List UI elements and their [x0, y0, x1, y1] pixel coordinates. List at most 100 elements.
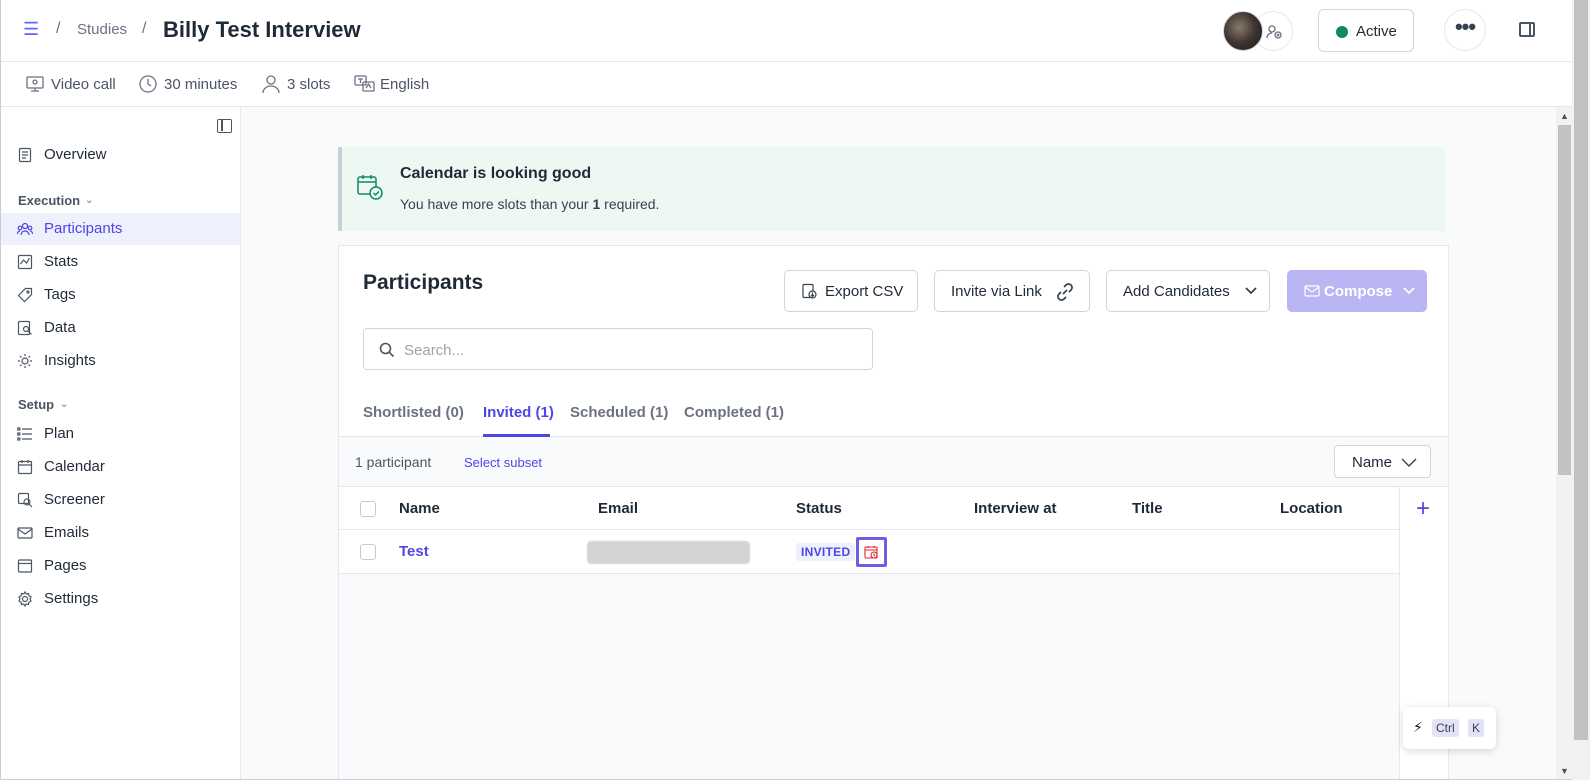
menu-icon[interactable]: ☰ [23, 20, 39, 38]
column-header-email[interactable]: Email [598, 500, 638, 517]
scrollbar-thumb[interactable] [1558, 125, 1571, 475]
chevron-down-icon [1245, 287, 1257, 295]
sidebar-item-participants[interactable]: Participants [1, 213, 240, 245]
section-label: Setup [18, 397, 55, 412]
video-call-icon [26, 76, 44, 92]
participant-name-link[interactable]: Test [399, 543, 429, 560]
avatar[interactable] [1223, 11, 1263, 51]
collapse-sidebar-icon[interactable] [217, 119, 232, 133]
sidebar-item-label: Overview [44, 146, 107, 163]
sidebar-item-overview[interactable]: Overview [1, 139, 240, 171]
tab-shortlisted[interactable]: Shortlisted (0) [363, 404, 464, 421]
shortcut-key: Ctrl [1432, 719, 1459, 737]
sort-dropdown[interactable]: Name [1334, 445, 1431, 478]
breadcrumb-separator: / [56, 20, 61, 37]
add-person-icon [1266, 25, 1282, 39]
list-toolbar: 1 participant Select subset Name [339, 437, 1448, 487]
sidebar-item-label: Stats [44, 253, 79, 270]
file-export-icon [802, 283, 817, 299]
column-header-status[interactable]: Status [796, 500, 842, 517]
breadcrumb-separator: / [142, 20, 147, 37]
table-row[interactable]: Test INVITED [339, 530, 1399, 574]
column-header-name[interactable]: Name [399, 500, 440, 517]
select-all-checkbox[interactable] [360, 501, 376, 517]
tab-invited[interactable]: Invited (1) [483, 404, 554, 421]
row-checkbox[interactable] [360, 544, 376, 560]
chart-icon [17, 254, 33, 270]
meta-label: Video call [51, 76, 116, 93]
search-box[interactable] [363, 328, 873, 370]
sidebar-item-settings[interactable]: Settings [1, 583, 240, 615]
sidebar-item-screener[interactable]: Screener [1, 484, 240, 516]
search-input[interactable] [404, 339, 854, 361]
sidebar-item-label: Tags [44, 286, 76, 303]
column-header-location[interactable]: Location [1280, 500, 1343, 517]
meta-language: English [354, 75, 430, 93]
header: ☰ / Studies / Billy Test Interview Activ… [1, 0, 1572, 62]
participants-title: Participants [363, 271, 484, 294]
sidebar-item-insights[interactable]: Insights [1, 345, 240, 377]
sidebar-item-pages[interactable]: Pages [1, 550, 240, 582]
sidebar-item-label: Insights [44, 352, 96, 369]
sidebar-item-emails[interactable]: Emails [1, 517, 240, 549]
schedule-calendar-button[interactable] [856, 537, 887, 567]
tab-completed[interactable]: Completed (1) [684, 404, 784, 421]
command-shortcut-hint[interactable]: ⚡︎ Ctrl K [1403, 707, 1496, 749]
document-icon [18, 147, 32, 163]
meta-label: English [380, 76, 430, 93]
select-subset-link[interactable]: Select subset [464, 455, 542, 470]
alert-text: required. [600, 196, 660, 212]
sidebar-item-data[interactable]: Data [1, 312, 240, 344]
compose-button[interactable]: Compose [1287, 270, 1427, 312]
section-setup[interactable]: Setup ⌄ [18, 397, 68, 412]
meta-video-call: Video call [26, 76, 116, 93]
language-icon [354, 75, 375, 92]
sidebar-item-label: Participants [44, 220, 123, 237]
search-icon [379, 342, 395, 358]
email-redacted [587, 541, 750, 564]
section-label: Execution [18, 193, 81, 208]
meta-label: 3 slots [287, 76, 331, 93]
calendar-check-icon [357, 175, 383, 200]
scroll-up-icon[interactable]: ▲ [1556, 111, 1572, 121]
section-execution[interactable]: Execution ⌄ [18, 193, 93, 208]
side-panel-toggle-icon[interactable] [1519, 22, 1535, 37]
sidebar-item-calendar[interactable]: Calendar [1, 451, 240, 483]
meta-label: 30 minutes [164, 76, 238, 93]
add-candidates-button[interactable]: Add Candidates [1106, 270, 1270, 312]
main-content: Calendar is looking good You have more s… [241, 107, 1556, 779]
add-column-icon[interactable]: + [1416, 497, 1430, 521]
shortcut-key: K [1468, 719, 1485, 737]
calendar-icon [17, 460, 33, 475]
column-header-title[interactable]: Title [1132, 500, 1163, 517]
calendar-status-alert: Calendar is looking good You have more s… [338, 147, 1445, 231]
envelope-icon [17, 527, 33, 539]
status-dot [1336, 26, 1348, 38]
status-button[interactable]: Active [1318, 9, 1414, 52]
alert-title: Calendar is looking good [400, 165, 592, 182]
sidebar-item-stats[interactable]: Stats [1, 246, 240, 278]
button-label: Add Candidates [1123, 283, 1230, 300]
chevron-down-icon [1401, 458, 1417, 467]
invite-via-link-button[interactable]: Invite via Link [934, 270, 1090, 312]
breadcrumb-studies[interactable]: Studies [77, 21, 127, 38]
more-options-button[interactable]: ••• [1444, 9, 1486, 51]
button-label: Export CSV [825, 283, 904, 300]
table-header: Name Email Status Interview at Title Loc… [339, 487, 1399, 530]
sidebar-item-tags[interactable]: Tags [1, 279, 240, 311]
sidebar-item-plan[interactable]: Plan [1, 418, 240, 450]
gear-icon [18, 591, 32, 607]
column-header-interview-at[interactable]: Interview at [974, 500, 1057, 517]
clock-icon [139, 75, 157, 93]
sort-label: Name [1352, 454, 1393, 471]
page-scrollbar-thumb[interactable] [1574, 0, 1588, 740]
sidebar: Overview Execution ⌄ Participants Stats … [1, 107, 241, 779]
list-icon [17, 427, 32, 441]
browser-icon [17, 559, 33, 573]
table-empty-area [339, 574, 1399, 779]
tab-scheduled[interactable]: Scheduled (1) [570, 404, 668, 421]
scrollbar[interactable]: ▲ ▼ [1556, 107, 1572, 779]
scroll-down-icon[interactable]: ▼ [1556, 766, 1572, 776]
export-csv-button[interactable]: Export CSV [784, 270, 918, 312]
page-scrollbar[interactable] [1572, 0, 1590, 780]
